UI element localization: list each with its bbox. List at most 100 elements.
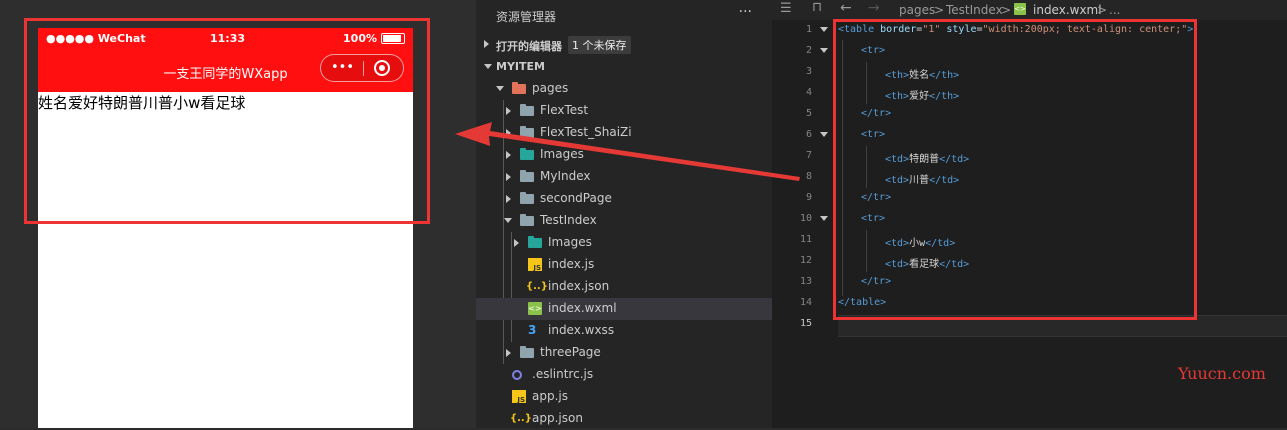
tree-item-label: Images	[548, 235, 592, 249]
bookmark-icon[interactable]: ⊓	[812, 0, 822, 15]
breadcrumb-item[interactable]: TestIndex	[946, 3, 1003, 17]
chevron-down-icon	[504, 218, 512, 223]
tree-item-label: secondPage	[540, 191, 612, 205]
chevron-down-icon[interactable]	[820, 132, 828, 137]
line-number: 12	[799, 255, 812, 266]
chevron-right-icon	[514, 239, 519, 247]
tree-item-label: app.js	[532, 389, 568, 403]
tree-item-threepage[interactable]: threePage	[476, 342, 772, 364]
more-actions-icon[interactable]: ···	[739, 4, 752, 20]
tree-item-flextest-shaizi[interactable]: FlexTest_ShaiZi	[476, 122, 772, 144]
tree-item-label: threePage	[540, 345, 601, 359]
folder-images-icon	[520, 148, 534, 160]
wxml-icon: <>	[528, 302, 542, 315]
open-editors-label: 打开的编辑器	[496, 40, 562, 53]
line-number: 15	[799, 318, 812, 329]
line-number: 13	[799, 276, 812, 287]
tree-item-label: index.json	[548, 279, 610, 293]
breadcrumb-separator: >	[934, 3, 945, 17]
tree-item-index-js[interactable]: JS index.js	[476, 254, 772, 276]
project-section[interactable]: MYITEM	[476, 56, 772, 78]
breadcrumb-item[interactable]: pages	[899, 3, 935, 17]
unsaved-badge: 1 个未保存	[568, 36, 631, 54]
line-number: 14	[799, 297, 812, 308]
tree-item-eslintrc[interactable]: .eslintrc.js	[476, 364, 772, 386]
open-editors-section[interactable]: 打开的编辑器 1 个未保存	[476, 34, 772, 56]
tree-item-label: .eslintrc.js	[532, 367, 594, 381]
breadcrumb-item[interactable]: ...	[1109, 3, 1120, 17]
chevron-right-icon	[506, 349, 511, 357]
tree-item-label: FlexTest	[540, 103, 589, 117]
breadcrumb-separator: >	[1097, 3, 1108, 17]
tree-item-app-js[interactable]: JS app.js	[476, 386, 772, 408]
chevron-right-icon	[484, 40, 489, 48]
line-number: 6	[805, 129, 812, 140]
tree-item-label: FlexTest_ShaiZi	[540, 125, 632, 139]
tree-item-index-json[interactable]: {..} index.json	[476, 276, 772, 298]
chevron-right-icon	[506, 195, 511, 203]
line-number: 8	[805, 171, 812, 182]
editor-toolbar: ☰ ⊓ ← → pages > TestIndex > <> index.wxm…	[772, 0, 1287, 20]
tree-item-label: index.wxss	[548, 323, 615, 337]
tree-item-images[interactable]: Images	[476, 144, 772, 166]
tree-item-images[interactable]: Images	[476, 232, 772, 254]
tree-item-label: index.js	[548, 257, 595, 271]
chevron-down-icon[interactable]	[820, 48, 828, 53]
line-number: 10	[799, 213, 812, 224]
folder-icon	[520, 170, 534, 182]
line-number: 7	[805, 150, 812, 161]
tree-item-myindex[interactable]: MyIndex	[476, 166, 772, 188]
folder-open-icon	[520, 214, 534, 226]
line-number: 4	[805, 87, 812, 98]
eslint-icon	[512, 370, 522, 380]
forward-arrow-icon[interactable]: →	[868, 0, 880, 16]
line-number: 5	[805, 108, 812, 119]
chevron-down-icon	[484, 64, 492, 69]
explorer-panel: 资源管理器 ··· 打开的编辑器 1 个未保存 MYITEM pages Fle…	[476, 0, 772, 428]
tree-item-index-wxss[interactable]: 3 index.wxss	[476, 320, 772, 342]
wxss-icon: 3	[528, 323, 537, 337]
tree-item-label: MyIndex	[540, 169, 591, 183]
tree-item-label: app.json	[532, 411, 583, 425]
js-icon: JS	[528, 258, 542, 272]
json-icon: {..}	[526, 281, 548, 292]
line-number: 9	[805, 192, 812, 203]
tree-item-pages[interactable]: pages	[476, 78, 772, 100]
menu-icon[interactable]: ☰	[780, 1, 792, 16]
wxml-icon: <>	[1014, 3, 1026, 15]
breadcrumb-item[interactable]: index.wxml	[1033, 3, 1102, 17]
chevron-right-icon	[506, 107, 511, 115]
chevron-right-icon	[506, 129, 511, 137]
tree-item-app-json[interactable]: {..} app.json	[476, 408, 772, 430]
folder-icon	[520, 192, 534, 204]
breadcrumb-separator: >	[1001, 3, 1012, 17]
tree-item-secondpage[interactable]: secondPage	[476, 188, 772, 210]
chevron-right-icon	[506, 173, 511, 181]
tree-item-label: Images	[540, 147, 584, 161]
chevron-down-icon[interactable]	[820, 216, 828, 221]
js-icon: JS	[512, 390, 526, 404]
tree-item-label: TestIndex	[540, 213, 597, 227]
line-number: 1	[805, 24, 812, 35]
tree-item-testindex[interactable]: TestIndex	[476, 210, 772, 232]
project-label: MYITEM	[496, 60, 545, 73]
tree-item-label: index.wxml	[548, 301, 617, 315]
chevron-down-icon	[496, 86, 504, 91]
tree-item-flextest[interactable]: FlexTest	[476, 100, 772, 122]
line-number: 11	[799, 234, 812, 245]
folder-icon	[520, 346, 534, 358]
annotation-box-left	[24, 18, 430, 224]
annotation-box-right	[833, 19, 1197, 320]
line-number: 2	[805, 45, 812, 56]
line-number: 3	[805, 66, 812, 77]
back-arrow-icon[interactable]: ←	[840, 0, 852, 16]
watermark: Yuucn.com	[1178, 364, 1266, 383]
chevron-right-icon	[506, 151, 511, 159]
explorer-title: 资源管理器	[496, 10, 557, 24]
folder-icon	[520, 126, 534, 138]
json-icon: {..}	[510, 413, 532, 424]
tree-item-index-wxml[interactable]: <> index.wxml	[476, 298, 772, 320]
folder-icon	[520, 104, 534, 116]
chevron-down-icon[interactable]	[820, 27, 828, 32]
tree-item-label: pages	[532, 81, 569, 95]
